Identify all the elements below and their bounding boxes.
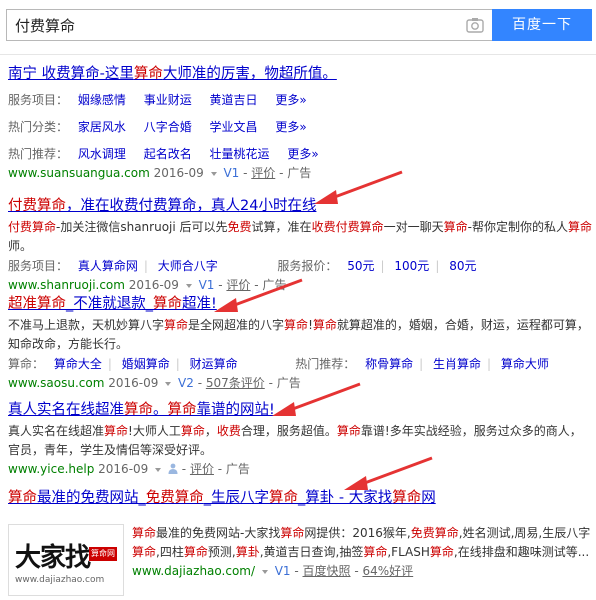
search-header: 百度一下 bbox=[0, 0, 596, 55]
result-url[interactable]: www.dajiazhao.com/ bbox=[132, 564, 255, 578]
site-logo[interactable]: 大家找 算命网 www.dajiazhao.com bbox=[8, 524, 124, 596]
result-snippet: 算命最准的免费网站-大家找算命网提供：2016猴年,免费算命,姓名测试,周易,生… bbox=[132, 526, 591, 559]
title-text: 南宁 收费算命-这里 bbox=[8, 66, 134, 82]
rating-link[interactable]: 64%好评 bbox=[363, 564, 414, 578]
review-link[interactable]: 507条评价 bbox=[206, 376, 265, 390]
result-item: 算命最准的免费网站_免费算命_生辰八字算命_算卦 - 大家找算命网 大家找 算命… bbox=[8, 488, 592, 596]
sitelink[interactable]: 壮量桃花运 bbox=[210, 147, 270, 161]
sitelink[interactable]: 生肖算命 bbox=[433, 357, 481, 371]
result-date: 2016-09 bbox=[98, 462, 149, 476]
result-snippet: 不准马上退款，天机妙算八字算命是全网超准的八字算命!算命就算超准的，婚姻，合婚，… bbox=[8, 318, 589, 351]
more-link[interactable]: 更多» bbox=[275, 93, 306, 107]
user-icon bbox=[168, 463, 178, 474]
search-box[interactable] bbox=[6, 9, 492, 41]
search-button[interactable]: 百度一下 bbox=[492, 9, 592, 41]
annotation-arrow bbox=[314, 170, 403, 204]
verified-badge[interactable]: V1 bbox=[223, 166, 239, 180]
ad-label: 广告 bbox=[225, 462, 250, 476]
logo-badge: 算命网 bbox=[89, 547, 117, 561]
result-sitelinks: 服务项目： 姻缘感情 事业财运 黄道吉日 更多» bbox=[8, 90, 592, 110]
sitelink[interactable]: 事业财运 bbox=[144, 93, 192, 107]
annotation-arrow bbox=[344, 456, 433, 490]
price-link[interactable]: 50元 bbox=[347, 259, 374, 273]
result-title[interactable]: 南宁 收费算命-这里算命大师准的厉害，物超所值。 bbox=[8, 64, 592, 84]
more-link[interactable]: 更多» bbox=[287, 147, 318, 161]
sitelink[interactable]: 财运算命 bbox=[190, 357, 238, 371]
sitelink-label: 热门推荐： bbox=[8, 147, 69, 161]
result-url-line: www.yice.help 2016-09 - 评价 - 广告 bbox=[8, 462, 250, 476]
sitelink[interactable]: 八字合婚 bbox=[144, 120, 192, 134]
result-title[interactable]: 算命最准的免费网站_免费算命_生辰八字算命_算卦 - 大家找算命网 bbox=[8, 488, 592, 508]
sitelink[interactable]: 黄道吉日 bbox=[210, 93, 258, 107]
sitelink[interactable]: 算命大师 bbox=[501, 357, 549, 371]
result-sitelinks: 服务项目： 真人算命网 | 大师合八字 服务报价： 50元 | 100元 | 80元 bbox=[8, 259, 477, 273]
result-snippet: 真人实名在线超准算命!大师人工算命，收费合理，服务超值。算命靠谱!多年实战经验，… bbox=[8, 424, 582, 457]
result-sitelinks: 算命： 算命大全 | 婚姻算命 | 财运算命 热门推荐： 称骨算命 | 生肖算命 | 算… bbox=[8, 357, 549, 371]
title-text: 大师准的厉害，物超所值。 bbox=[162, 66, 337, 82]
more-link[interactable]: 更多» bbox=[275, 120, 306, 134]
result-url[interactable]: www.suansuangua.com bbox=[8, 166, 150, 180]
result-sitelinks: 热门分类： 家居风水 八字合婚 学业文昌 更多» bbox=[8, 117, 592, 137]
dropdown-icon[interactable] bbox=[261, 569, 268, 574]
ad-label: 广告 bbox=[287, 166, 312, 180]
review-link[interactable]: 评价 bbox=[251, 166, 275, 180]
dropdown-icon[interactable] bbox=[210, 171, 217, 176]
logo-main-text: 大家找 bbox=[15, 543, 91, 573]
result-date: 2016-09 bbox=[153, 166, 204, 180]
review-link[interactable]: 评价 bbox=[190, 462, 214, 476]
sitelink[interactable]: 算命大全 bbox=[54, 357, 102, 371]
price-link[interactable]: 80元 bbox=[449, 259, 476, 273]
annotation-arrow bbox=[214, 278, 303, 312]
sitelink-label: 服务项目： bbox=[8, 93, 69, 107]
dropdown-icon[interactable] bbox=[155, 467, 162, 472]
price-label: 服务报价： bbox=[277, 259, 338, 273]
verified-badge[interactable]: V2 bbox=[178, 376, 194, 390]
result-sitelinks: 热门推荐： 风水调理 起名改名 壮量桃花运 更多» bbox=[8, 144, 592, 164]
result-snippet: 付费算命-加关注微信shanruoji 后可以先免费试算，准在收费付费算命一对一… bbox=[8, 220, 592, 253]
result-url[interactable]: www.saosu.com bbox=[8, 376, 104, 390]
sitelink-label: 算命： bbox=[8, 357, 45, 371]
verified-badge[interactable]: V1 bbox=[275, 564, 291, 578]
sitelink[interactable]: 家居风水 bbox=[78, 120, 126, 134]
sitelink-label: 热门分类： bbox=[8, 120, 69, 134]
price-link[interactable]: 100元 bbox=[394, 259, 429, 273]
title-highlight: 付费算命 bbox=[8, 198, 66, 214]
annotation-arrow bbox=[272, 382, 361, 416]
sitelink[interactable]: 婚姻算命 bbox=[122, 357, 170, 371]
sitelink[interactable]: 大师合八字 bbox=[158, 259, 218, 273]
result-date: 2016-09 bbox=[108, 376, 159, 390]
sitelink[interactable]: 起名改名 bbox=[144, 147, 192, 161]
result-title[interactable]: 付费算命，准在收费付费算命，真人24小时在线 bbox=[8, 196, 592, 216]
result-snippet-block: 算命最准的免费网站-大家找算命网提供：2016猴年,免费算命,姓名测试,周易,生… bbox=[132, 524, 592, 580]
dropdown-icon[interactable] bbox=[185, 283, 192, 288]
sitelink-label: 热门推荐： bbox=[295, 357, 356, 371]
result-item: 南宁 收费算命-这里算命大师准的厉害，物超所值。 服务项目： 姻缘感情 事业财运… bbox=[8, 64, 592, 182]
sitelink[interactable]: 学业文昌 bbox=[210, 120, 258, 134]
sitelink[interactable]: 风水调理 bbox=[78, 147, 126, 161]
search-input[interactable] bbox=[15, 15, 455, 35]
result-url[interactable]: www.yice.help bbox=[8, 462, 94, 476]
title-text: ，准在收费付费算命，真人24小时在线 bbox=[66, 198, 317, 214]
logo-url-text: www.dajiazhao.com bbox=[15, 575, 105, 585]
result-url-line: www.dajiazhao.com/ V1 - 百度快照 - 64%好评 bbox=[132, 564, 414, 578]
camera-icon[interactable] bbox=[466, 17, 484, 33]
result-date: 2016-09 bbox=[128, 278, 179, 292]
sitelink[interactable]: 真人算命网 bbox=[78, 259, 138, 273]
snapshot-link[interactable]: 百度快照 bbox=[303, 564, 351, 578]
dropdown-icon[interactable] bbox=[165, 381, 172, 386]
title-highlight: 算命 bbox=[133, 66, 163, 82]
result-url[interactable]: www.shanruoji.com bbox=[8, 278, 125, 292]
sitelink[interactable]: 姻缘感情 bbox=[78, 93, 126, 107]
sitelink-label: 服务项目： bbox=[8, 259, 69, 273]
result-url-line: www.suansuangua.com 2016-09 V1 - 评价 - 广告 bbox=[8, 166, 312, 180]
sitelink[interactable]: 称骨算命 bbox=[365, 357, 413, 371]
